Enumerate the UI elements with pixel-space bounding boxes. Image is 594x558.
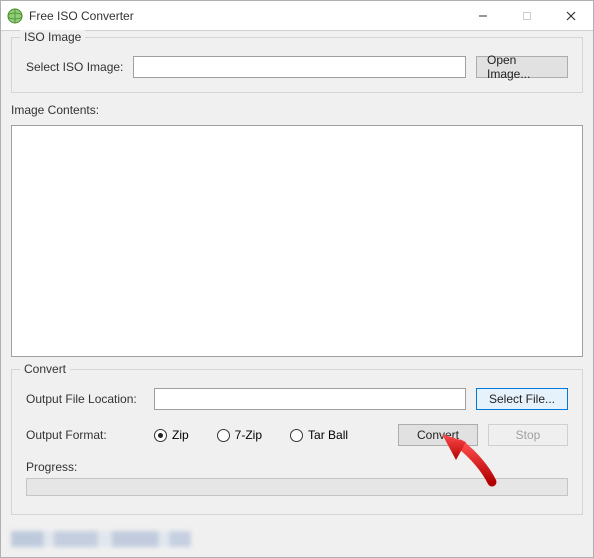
select-iso-label: Select ISO Image:	[26, 60, 123, 74]
app-window: Free ISO Converter ISO Image Select ISO …	[0, 0, 594, 558]
radio-dot-icon	[154, 429, 167, 442]
iso-group-legend: ISO Image	[20, 30, 85, 44]
output-location-input[interactable]	[154, 388, 466, 410]
format-zip-label: Zip	[172, 428, 189, 442]
footer-link-blurred	[11, 531, 191, 547]
client-area: ISO Image Select ISO Image: Open Image..…	[1, 31, 593, 557]
maximize-button[interactable]	[505, 1, 549, 30]
close-button[interactable]	[549, 1, 593, 30]
minimize-button[interactable]	[461, 1, 505, 30]
iso-path-input[interactable]	[133, 56, 466, 78]
image-contents-label: Image Contents:	[11, 103, 583, 117]
output-format-label: Output Format:	[26, 428, 144, 442]
window-controls	[461, 1, 593, 30]
convert-button[interactable]: Convert	[398, 424, 478, 446]
output-location-label: Output File Location:	[26, 392, 144, 406]
format-radio-zip[interactable]: Zip	[154, 428, 189, 442]
iso-image-group: ISO Image Select ISO Image: Open Image..…	[11, 37, 583, 93]
app-icon	[7, 8, 23, 24]
titlebar: Free ISO Converter	[1, 1, 593, 31]
window-title: Free ISO Converter	[29, 9, 461, 23]
open-image-button[interactable]: Open Image...	[476, 56, 568, 78]
select-file-button[interactable]: Select File...	[476, 388, 568, 410]
image-contents-list[interactable]	[11, 125, 583, 357]
radio-dot-icon	[217, 429, 230, 442]
progress-label: Progress:	[26, 460, 568, 474]
convert-group-legend: Convert	[20, 362, 70, 376]
convert-group: Convert Output File Location: Select Fil…	[11, 369, 583, 515]
format-radio-tarball[interactable]: Tar Ball	[290, 428, 348, 442]
format-tarball-label: Tar Ball	[308, 428, 348, 442]
stop-button[interactable]: Stop	[488, 424, 568, 446]
progress-bar	[26, 478, 568, 496]
format-radio-7zip[interactable]: 7-Zip	[217, 428, 262, 442]
radio-dot-icon	[290, 429, 303, 442]
format-7zip-label: 7-Zip	[235, 428, 262, 442]
